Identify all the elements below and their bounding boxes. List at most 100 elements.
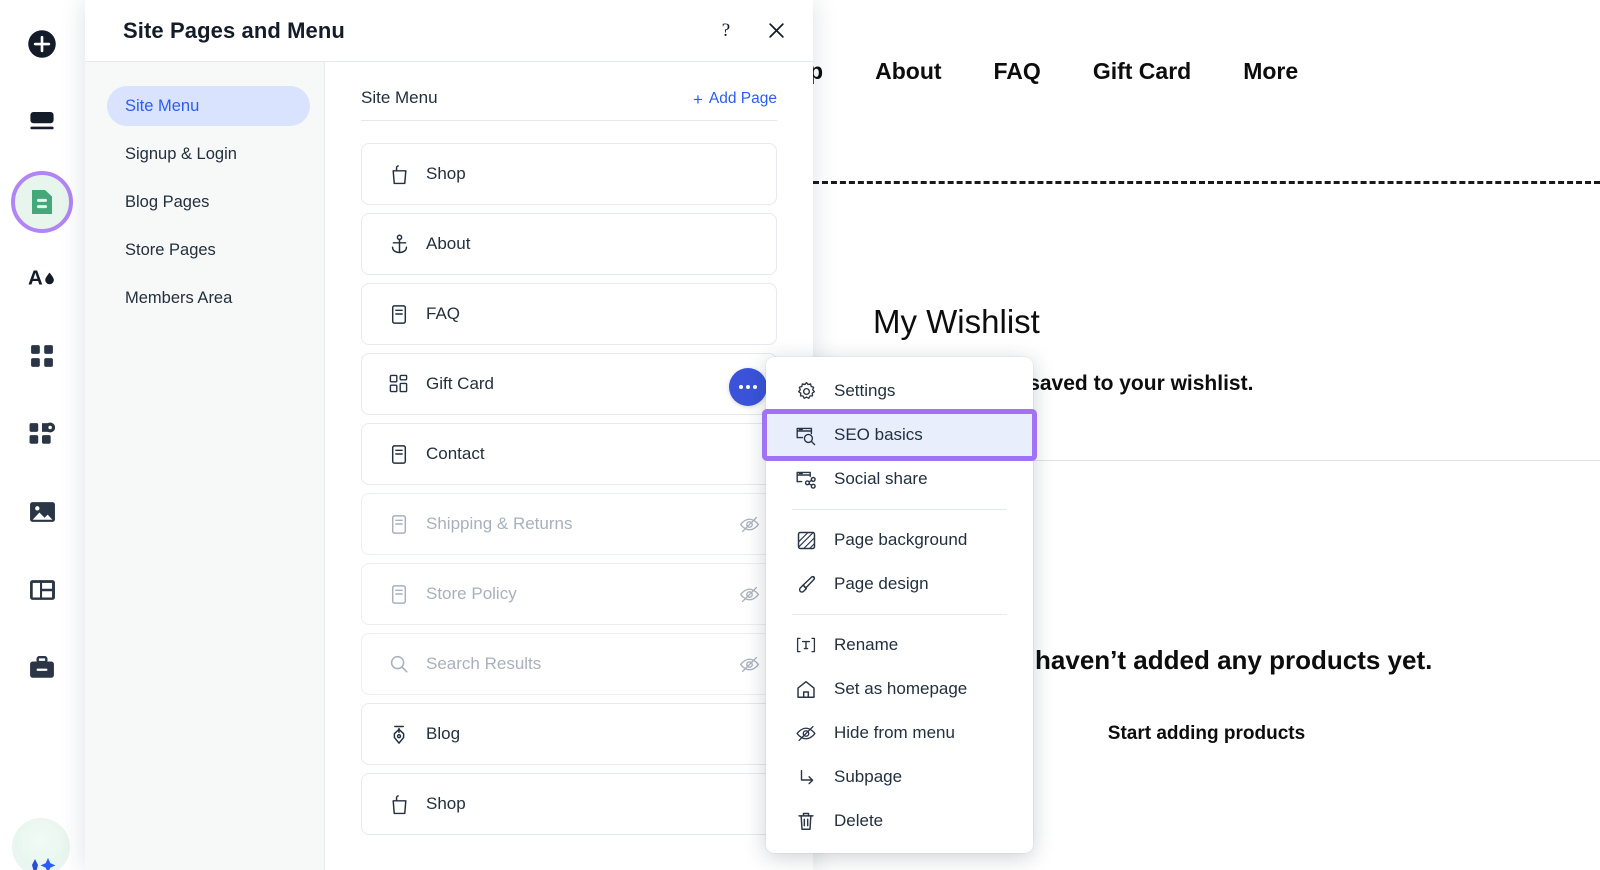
menu-item-label: Set as homepage (834, 679, 967, 699)
ai-sparkle-icon[interactable] (12, 818, 70, 870)
menu-item-label: Page design (834, 574, 929, 594)
page-label: Contact (426, 444, 485, 464)
page-icon (388, 303, 410, 325)
shopping-bag-icon (388, 163, 410, 185)
sidebar-item-signup-login[interactable]: Signup & Login (107, 134, 310, 174)
sidebar-item-site-menu[interactable]: Site Menu (107, 86, 310, 126)
layout-icon[interactable] (20, 568, 64, 612)
page-list-item-gift-card[interactable]: Gift Card (361, 353, 777, 415)
apps-icon[interactable] (20, 334, 64, 378)
sidebar-item-label: Site Menu (125, 97, 199, 116)
rename-text-icon (794, 633, 818, 657)
integrations-icon[interactable] (20, 412, 64, 456)
theme-icon[interactable]: A (20, 256, 64, 300)
page-label: Shop (426, 794, 466, 814)
page-icon (388, 583, 410, 605)
home-icon (794, 677, 818, 701)
question-mark-icon[interactable]: ? (713, 18, 739, 44)
menu-item-subpage[interactable]: Subpage (766, 755, 1033, 799)
sidebar-item-store-pages[interactable]: Store Pages (107, 230, 310, 270)
menu-divider (792, 509, 1007, 510)
page-list-item-shop[interactable]: Shop (361, 143, 777, 205)
preview-nav-item[interactable]: More (1217, 58, 1324, 85)
menu-item-delete[interactable]: Delete (766, 799, 1033, 843)
menu-item-rename[interactable]: Rename (766, 623, 1033, 667)
menu-item-seo-basics[interactable]: SEO basics (766, 413, 1033, 457)
subpage-arrow-icon (794, 765, 818, 789)
menu-item-label: Page background (834, 530, 967, 550)
sidebar-item-blog-pages[interactable]: Blog Pages (107, 182, 310, 222)
sections-icon[interactable] (20, 100, 64, 144)
page-list-item-contact[interactable]: Contact (361, 423, 777, 485)
dot (739, 385, 743, 389)
sidebar-item-members-area[interactable]: Members Area (107, 278, 310, 318)
site-pages-panel: Site Pages and Menu ? Site Menu Signup &… (85, 0, 813, 870)
sidebar-item-label: Blog Pages (125, 193, 209, 212)
page-list-item-shipping-returns[interactable]: Shipping & Returns (361, 493, 777, 555)
add-icon[interactable] (20, 22, 64, 66)
page-label: Blog (426, 724, 460, 744)
preview-nav-item[interactable]: Gift Card (1067, 58, 1217, 85)
page-label: Search Results (426, 654, 541, 674)
page-list-item-blog[interactable]: Blog (361, 703, 777, 765)
page-context-menu: Settings SEO basics Social share (766, 357, 1033, 853)
sidebar-item-label: Store Pages (125, 241, 216, 260)
seo-search-icon (794, 423, 818, 447)
eye-off-icon[interactable] (738, 653, 760, 675)
page-list-item-shop-2[interactable]: Shop (361, 773, 777, 835)
preview-nav-item[interactable]: FAQ (968, 58, 1067, 85)
eye-off-icon[interactable] (738, 583, 760, 605)
business-icon[interactable] (20, 646, 64, 690)
page-list-item-search-results[interactable]: Search Results (361, 633, 777, 695)
menu-item-label: SEO basics (834, 425, 923, 445)
menu-item-label: Subpage (834, 767, 902, 787)
sidebar-item-label: Members Area (125, 289, 232, 308)
page-list: Shop About (361, 143, 777, 835)
menu-item-settings[interactable]: Settings (766, 369, 1033, 413)
add-page-button[interactable]: + Add Page (693, 90, 777, 108)
page-label: Gift Card (426, 374, 494, 394)
page-list-item-about[interactable]: About (361, 213, 777, 275)
add-page-label: Add Page (709, 90, 777, 108)
page-list-item-store-policy[interactable]: Store Policy (361, 563, 777, 625)
sidebar-item-label: Signup & Login (125, 145, 237, 164)
pen-nib-icon (388, 723, 410, 745)
section-divider-dashed (813, 181, 1600, 184)
pages-header: Site Menu + Add Page (361, 88, 777, 121)
dot (746, 385, 750, 389)
left-icon-rail: A (0, 0, 84, 870)
menu-item-hide-from-menu[interactable]: Hide from menu (766, 711, 1033, 755)
eye-off-icon[interactable] (738, 513, 760, 535)
trash-icon (794, 809, 818, 833)
page-icon (388, 443, 410, 465)
dot (753, 385, 757, 389)
menu-item-label: Settings (834, 381, 895, 401)
menu-item-page-design[interactable]: Page design (766, 562, 1033, 606)
menu-divider (792, 614, 1007, 615)
menu-item-label: Delete (834, 811, 883, 831)
menu-item-label: Hide from menu (834, 723, 955, 743)
eye-off-icon (794, 721, 818, 745)
close-icon[interactable] (763, 18, 789, 44)
media-icon[interactable] (20, 490, 64, 534)
panel-side-nav: Site Menu Signup & Login Blog Pages Stor… (85, 62, 325, 870)
pages-column: Site Menu + Add Page Shop (325, 62, 813, 870)
page-background-icon (794, 528, 818, 552)
plus-icon: + (693, 91, 703, 108)
menu-item-page-background[interactable]: Page background (766, 518, 1033, 562)
grid-card-icon (388, 373, 410, 395)
preview-nav-item[interactable]: About (849, 58, 967, 85)
page-more-actions-button[interactable] (729, 368, 767, 406)
gear-icon (794, 379, 818, 403)
menu-item-set-as-homepage[interactable]: Set as homepage (766, 667, 1033, 711)
paintbrush-icon (794, 572, 818, 596)
menu-item-social-share[interactable]: Social share (766, 457, 1033, 501)
page-icon (388, 513, 410, 535)
menu-item-label: Rename (834, 635, 898, 655)
pages-menu-icon[interactable] (20, 180, 64, 224)
menu-item-label: Social share (834, 469, 928, 489)
page-label: FAQ (426, 304, 460, 324)
shopping-bag-icon (388, 793, 410, 815)
wishlist-title: My Wishlist (873, 303, 1040, 341)
page-list-item-faq[interactable]: FAQ (361, 283, 777, 345)
